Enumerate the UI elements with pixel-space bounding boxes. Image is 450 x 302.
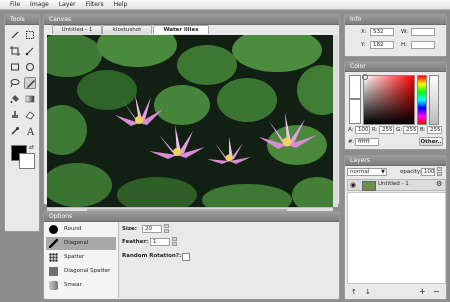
menu-image[interactable]: Image (30, 0, 49, 9)
layers-panel: Layers normal ▼ opacity: 100 ◉ Untitled -… (344, 155, 447, 300)
alpha-input[interactable]: 100 (355, 126, 370, 134)
height-value (411, 41, 435, 49)
info-panel: Info X: 532 W: Y: 182 H: (344, 14, 447, 57)
layer-thumbnail (362, 181, 376, 191)
brush-spatter[interactable]: Spatter (46, 251, 116, 264)
x-coordinate: 532 (370, 28, 394, 36)
eraser-icon[interactable] (24, 109, 36, 121)
saturation-brightness-picker[interactable] (363, 75, 415, 125)
brush-list: Round Diagonal Spatter Diagonal Spatter … (44, 222, 119, 298)
chevron-down-icon: ▼ (381, 169, 385, 175)
opacity-stepper[interactable] (437, 167, 442, 176)
tab-untitled-1[interactable]: Untitled - 1 (52, 25, 102, 34)
random-rotation-label: Random Rotation?: (122, 253, 182, 259)
pencil-icon[interactable] (9, 29, 21, 41)
color-panel: Color A: 100 R: 255 G: 255 B: 255 #: fff… (344, 61, 447, 150)
current-color-swatch[interactable] (349, 99, 361, 124)
layer-settings-icon[interactable]: ⚙ (436, 180, 442, 188)
canvas-vertical-scrollbar[interactable] (333, 35, 338, 207)
canvas-panel: Canvas Untitled - 1 klostushot Water lil… (43, 14, 340, 214)
size-input[interactable]: 20 (142, 225, 162, 233)
gradient-icon[interactable] (24, 93, 36, 105)
tools-panel-title: Tools (5, 15, 39, 25)
red-label: R: (372, 127, 378, 133)
opacity-input[interactable]: 100 (421, 168, 435, 176)
menu-file[interactable]: File (10, 0, 20, 9)
size-stepper[interactable] (164, 224, 169, 233)
blend-mode-select[interactable]: normal ▼ (347, 168, 387, 176)
swap-colors-icon[interactable]: ⇄ (29, 144, 34, 151)
green-label: G: (396, 127, 403, 133)
brush-round[interactable]: Round (46, 223, 116, 236)
color-picker-cursor[interactable] (362, 74, 368, 80)
background-color-swatch[interactable] (19, 153, 35, 169)
eyedropper-icon[interactable] (9, 125, 21, 137)
canvas-panel-title: Canvas (44, 15, 339, 25)
menu-help[interactable]: Help (114, 0, 128, 9)
add-layer-icon[interactable]: + (419, 287, 426, 296)
info-panel-title: Info (345, 15, 446, 25)
brush-smear[interactable]: Smear (46, 279, 116, 292)
tools-panel: Tools A ⇄ (4, 14, 40, 232)
red-input[interactable]: 255 (379, 126, 394, 134)
svg-text:A: A (26, 127, 35, 137)
width-value (411, 28, 435, 36)
move-layer-up-icon[interactable]: ↑ (351, 288, 357, 296)
clone-icon[interactable] (9, 109, 21, 121)
layer-list-area (347, 192, 446, 284)
crop-icon[interactable] (9, 45, 21, 57)
spatter-brush-icon (49, 253, 58, 262)
layer-name: Untitled - 1 (378, 181, 409, 187)
x-label: X: (361, 29, 367, 35)
pen-icon[interactable] (24, 77, 36, 89)
hue-slider[interactable] (417, 75, 427, 125)
h-label: H: (401, 42, 407, 48)
round-brush-icon (49, 225, 58, 234)
ellipse-icon[interactable] (24, 61, 36, 73)
previous-color-swatch[interactable] (349, 75, 361, 99)
text-icon[interactable]: A (24, 125, 36, 137)
y-label: Y: (361, 42, 366, 48)
blue-input[interactable]: 255 (427, 126, 442, 134)
feather-label: Feather: (122, 239, 149, 245)
delete-layer-icon[interactable]: − (433, 287, 440, 296)
menu-layer[interactable]: Layer (59, 0, 76, 9)
brush-diagonal[interactable]: Diagonal (46, 237, 116, 250)
y-coordinate: 182 (370, 41, 394, 49)
random-rotation-checkbox[interactable] (182, 253, 190, 261)
green-input[interactable]: 255 (403, 126, 418, 134)
tab-klostushot[interactable]: klostushot (102, 25, 152, 34)
eye-icon[interactable]: ◉ (350, 181, 356, 189)
alpha-label: A: (348, 127, 354, 133)
fill-icon[interactable] (9, 93, 21, 105)
blue-label: B: (420, 127, 426, 133)
marquee-icon[interactable] (24, 29, 36, 41)
rectangle-icon[interactable] (9, 61, 21, 73)
smear-brush-icon (49, 281, 58, 290)
alpha-slider[interactable] (429, 75, 439, 125)
hex-input[interactable]: ffffff (355, 138, 379, 146)
canvas-image[interactable] (47, 35, 333, 207)
size-label: Size: (122, 226, 137, 232)
move-layer-down-icon[interactable]: ↓ (365, 288, 371, 296)
brush-diagonal-spatter[interactable]: Diagonal Spatter (46, 265, 116, 278)
layer-row[interactable]: ◉ Untitled - 1 ⚙ (347, 179, 446, 191)
menu-bar: File Image Layer Filters Help (0, 0, 450, 10)
hex-label: #: (348, 139, 355, 145)
options-panel: Options Round Diagonal Spatter Diagonal … (43, 211, 340, 300)
color-panel-title: Color (345, 62, 446, 72)
menu-filters[interactable]: Filters (86, 0, 104, 9)
w-label: W: (401, 29, 408, 35)
feather-stepper[interactable] (172, 237, 177, 246)
other-color-button[interactable]: Other.. (419, 137, 443, 146)
brush-icon[interactable] (24, 45, 36, 57)
options-panel-title: Options (44, 212, 339, 222)
feather-input[interactable]: 1 (150, 238, 170, 246)
diagonal-brush-icon (49, 239, 58, 248)
layers-panel-title: Layers (345, 156, 446, 166)
lasso-icon[interactable] (9, 77, 21, 89)
tab-water-lilies[interactable]: Water lilies (153, 25, 209, 34)
diagonal-spatter-brush-icon (49, 267, 58, 276)
opacity-label: opacity: (400, 169, 422, 175)
